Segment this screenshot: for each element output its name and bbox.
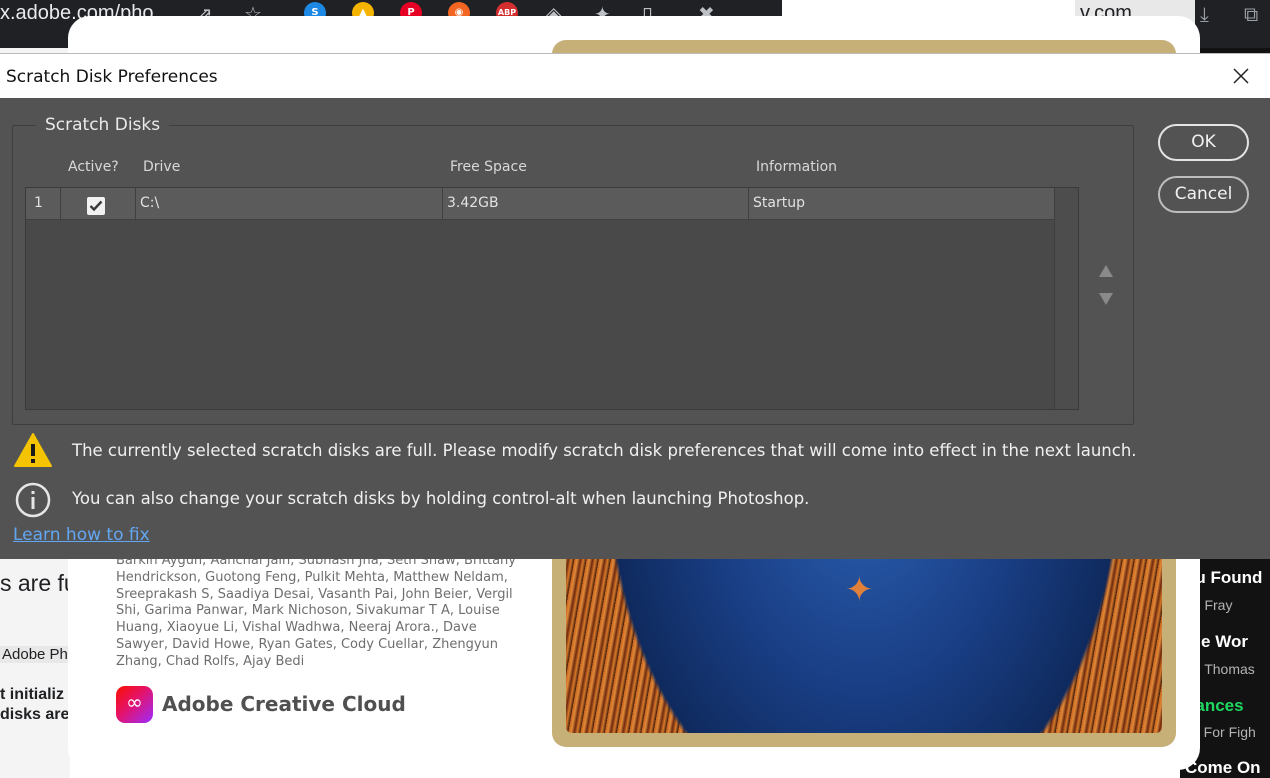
scratch-disk-dialog: Scratch Disk Preferences Scratch Disks A… <box>0 53 1270 559</box>
cancel-button[interactable]: Cancel <box>1158 176 1249 213</box>
background-text-fragment-1: t initializ <box>0 686 64 703</box>
scratch-disks-group-label: Scratch Disks <box>36 115 170 135</box>
info-message: You can also change your scratch disks b… <box>72 489 810 508</box>
close-icon <box>1233 68 1249 84</box>
info-icon <box>15 482 51 518</box>
active-checkbox[interactable] <box>87 197 105 215</box>
warning-message: The currently selected scratch disks are… <box>72 441 1137 460</box>
dialog-titlebar[interactable]: Scratch Disk Preferences <box>0 53 1270 98</box>
ok-button[interactable]: OK <box>1158 124 1249 161</box>
creative-cloud-glyph-icon: ∞ <box>126 690 143 714</box>
background-tab-fragment: Adobe Pho <box>0 646 79 663</box>
download-icon[interactable]: ⤓ <box>1200 2 1209 26</box>
row-index: 1 <box>26 188 61 219</box>
row-information: Startup <box>753 195 805 211</box>
warning-icon <box>14 433 52 467</box>
scratch-disk-table: 1 C:\ 3.42GB Startup <box>25 187 1079 410</box>
music-track-title-4: Come On <box>1185 758 1261 777</box>
splash-credits: Barkin Aygun, Aanchal Jain, Subhash Jha,… <box>116 553 516 669</box>
move-up-arrow-icon[interactable] <box>1098 264 1114 278</box>
background-heading-fragment: s are fu <box>0 570 77 596</box>
column-header-active: Active? <box>68 159 119 175</box>
table-scrollbar[interactable] <box>1054 188 1078 409</box>
dialog-title: Scratch Disk Preferences <box>6 67 218 87</box>
table-row[interactable]: 1 C:\ 3.42GB Startup <box>26 188 1054 220</box>
creative-cloud-logo-icon: ∞ <box>116 686 153 723</box>
splash-star-emblem-icon: ✦ <box>845 570 874 610</box>
column-header-information: Information <box>756 159 838 175</box>
screenshot-icon[interactable]: ⧉ <box>1244 2 1258 26</box>
column-header-drive: Drive <box>143 159 181 175</box>
background-text-fragment-2: disks are <box>0 706 70 723</box>
row-free-space: 3.42GB <box>443 188 749 219</box>
close-button[interactable] <box>1222 62 1260 92</box>
creative-cloud-brand: Adobe Creative Cloud <box>162 692 406 716</box>
move-down-arrow-icon[interactable] <box>1098 292 1114 306</box>
row-drive: C:\ <box>136 188 443 219</box>
checkmark-icon <box>89 200 103 212</box>
learn-how-to-fix-link[interactable]: Learn how to fix <box>13 525 150 545</box>
column-header-free-space: Free Space <box>450 159 527 175</box>
